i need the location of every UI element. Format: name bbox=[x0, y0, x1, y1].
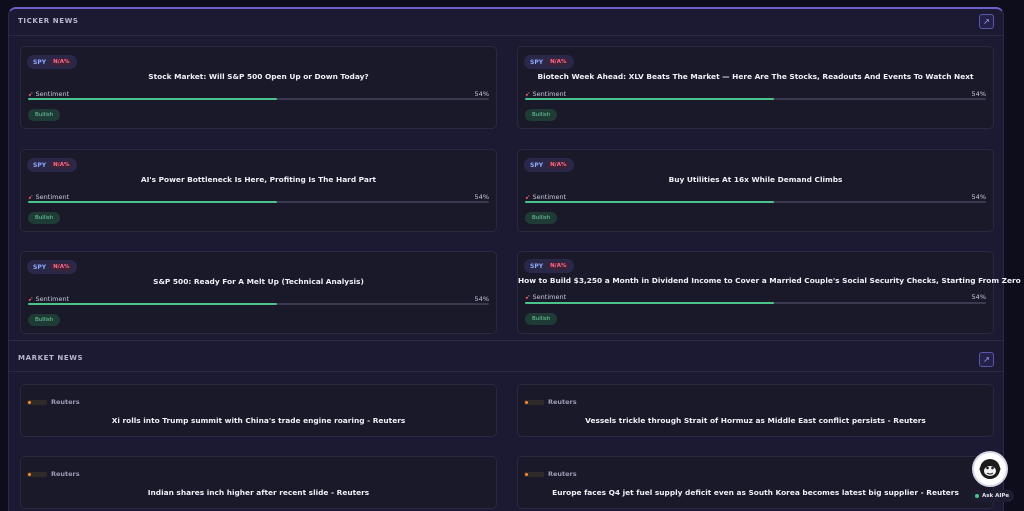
ticker-chip[interactable]: SPY N/A% bbox=[27, 260, 78, 274]
reuters-logo-icon bbox=[524, 399, 544, 405]
news-headline[interactable]: AI's Power Bottleneck Is Here, Profiting… bbox=[21, 175, 496, 184]
news-headline[interactable]: Europe faces Q4 jet fuel supply deficit … bbox=[518, 488, 993, 497]
ticker-news-card[interactable]: SPY N/A% Buy Utilities At 16x While Dema… bbox=[517, 149, 994, 232]
sentiment-bar bbox=[28, 98, 489, 100]
sentiment-label: ➹ Sentiment bbox=[28, 90, 70, 98]
dart-icon: ➹ bbox=[28, 90, 34, 98]
sentiment-label: ➹ Sentiment bbox=[525, 90, 567, 98]
sentiment-badge: Bullish bbox=[525, 212, 558, 224]
market-news-card[interactable]: Reuters Indian shares inch higher after … bbox=[20, 456, 497, 509]
sentiment-badge: Bullish bbox=[28, 314, 61, 326]
sentiment-bar-fill bbox=[28, 303, 277, 305]
ask-ai-label[interactable]: Ask AIPe bbox=[970, 490, 1015, 502]
sentiment-bar bbox=[525, 98, 986, 100]
source-name: Reuters bbox=[548, 398, 577, 406]
sentiment-label: ➹ Sentiment bbox=[28, 295, 70, 303]
ticker-change: N/A% bbox=[547, 262, 570, 270]
news-headline[interactable]: S&P 500: Ready For A Melt Up (Technical … bbox=[21, 277, 496, 286]
news-source: Reuters bbox=[27, 398, 80, 406]
dart-icon: ➹ bbox=[525, 293, 531, 301]
sentiment-badge: Bullish bbox=[28, 109, 61, 121]
ticker-symbol: SPY bbox=[530, 58, 544, 66]
ticker-symbol: SPY bbox=[33, 161, 47, 169]
sentiment-label: ➹ Sentiment bbox=[28, 193, 70, 201]
source-name: Reuters bbox=[51, 470, 80, 478]
market-news-title: MARKET NEWS bbox=[18, 354, 84, 362]
ticker-symbol: SPY bbox=[530, 161, 544, 169]
ticker-change: N/A% bbox=[547, 58, 570, 66]
sentiment-value: 54% bbox=[971, 293, 986, 301]
dart-icon: ➹ bbox=[525, 193, 531, 201]
reuters-logo-icon bbox=[27, 399, 47, 405]
sentiment-bar-fill bbox=[525, 98, 774, 100]
market-news-card[interactable]: Reuters Europe faces Q4 jet fuel supply … bbox=[517, 456, 994, 509]
ticker-chip[interactable]: SPY N/A% bbox=[524, 158, 575, 172]
source-name: Reuters bbox=[51, 398, 80, 406]
news-headline[interactable]: Biotech Week Ahead: XLV Beats The Market… bbox=[518, 72, 993, 81]
ticker-news-card[interactable]: SPY N/A% Biotech Week Ahead: XLV Beats T… bbox=[517, 46, 994, 129]
sentiment-badge: Bullish bbox=[525, 109, 558, 121]
ticker-news-header: TICKER NEWS ↗ bbox=[9, 9, 1003, 36]
sentiment-bar-fill bbox=[28, 201, 277, 203]
reuters-logo-icon bbox=[27, 471, 47, 477]
ticker-change: N/A% bbox=[50, 58, 73, 66]
ask-ai-button[interactable] bbox=[972, 451, 1008, 487]
sentiment-badge: Bullish bbox=[525, 313, 558, 325]
market-news-card[interactable]: Reuters Xi rolls into Trump summit with … bbox=[20, 384, 497, 437]
market-news-panel: MARKET NEWS ↗ Reuters Xi rolls into Trum… bbox=[8, 340, 1004, 511]
reuters-logo-icon bbox=[524, 471, 544, 477]
ticker-news-card[interactable]: SPY N/A% S&P 500: Ready For A Melt Up (T… bbox=[20, 251, 497, 334]
sentiment-value: 54% bbox=[971, 90, 986, 98]
news-source: Reuters bbox=[524, 470, 577, 478]
sentiment-bar-fill bbox=[28, 98, 277, 100]
ticker-news-card[interactable]: SPY N/A% Stock Market: Will S&P 500 Open… bbox=[20, 46, 497, 129]
sentiment-label: ➹ Sentiment bbox=[525, 293, 567, 301]
market-news-header: MARKET NEWS ↗ bbox=[9, 341, 1003, 372]
ticker-symbol: SPY bbox=[33, 263, 47, 271]
news-headline[interactable]: Stock Market: Will S&P 500 Open Up or Do… bbox=[21, 72, 496, 81]
sentiment-bar-fill bbox=[525, 201, 774, 203]
news-headline[interactable]: Indian shares inch higher after recent s… bbox=[21, 488, 496, 497]
sentiment-value: 54% bbox=[474, 295, 489, 303]
ticker-change: N/A% bbox=[50, 263, 73, 271]
ticker-news-card[interactable]: SPY N/A% AI's Power Bottleneck Is Here, … bbox=[20, 149, 497, 232]
sentiment-bar bbox=[525, 302, 986, 304]
ticker-chip[interactable]: SPY N/A% bbox=[27, 158, 78, 172]
sentiment-bar-fill bbox=[525, 302, 774, 304]
sentiment-bar bbox=[525, 201, 986, 203]
news-headline[interactable]: Vessels trickle through Strait of Hormuz… bbox=[518, 416, 993, 425]
sentiment-value: 54% bbox=[971, 193, 986, 201]
news-headline[interactable]: Xi rolls into Trump summit with China's … bbox=[21, 416, 496, 425]
sentiment-bar bbox=[28, 303, 489, 305]
sentiment-value: 54% bbox=[474, 193, 489, 201]
sentiment-value: 54% bbox=[474, 90, 489, 98]
ticker-chip[interactable]: SPY N/A% bbox=[524, 55, 575, 69]
dart-icon: ➹ bbox=[28, 295, 34, 303]
ask-ai-text: Ask AIPe bbox=[982, 493, 1010, 499]
online-status-icon bbox=[975, 494, 979, 498]
ticker-news-title: TICKER NEWS bbox=[18, 17, 79, 25]
market-news-card[interactable]: Reuters Vessels trickle through Strait o… bbox=[517, 384, 994, 437]
ticker-symbol: SPY bbox=[33, 58, 47, 66]
ticker-change: N/A% bbox=[547, 161, 570, 169]
ticker-chip[interactable]: SPY N/A% bbox=[524, 259, 575, 273]
external-link-icon[interactable]: ↗ bbox=[979, 352, 994, 367]
ticker-chip[interactable]: SPY N/A% bbox=[27, 55, 78, 69]
monkey-avatar-icon bbox=[979, 459, 1001, 479]
dart-icon: ➹ bbox=[525, 90, 531, 98]
news-source: Reuters bbox=[524, 398, 577, 406]
news-headline[interactable]: How to Build $3,250 a Month in Dividend … bbox=[518, 276, 1021, 285]
source-name: Reuters bbox=[548, 470, 577, 478]
ticker-news-card[interactable]: SPY N/A% How to Build $3,250 a Month in … bbox=[517, 251, 1021, 334]
sentiment-badge: Bullish bbox=[28, 212, 61, 224]
external-link-icon[interactable]: ↗ bbox=[979, 14, 994, 29]
ticker-change: N/A% bbox=[50, 161, 73, 169]
ticker-symbol: SPY bbox=[530, 262, 544, 270]
news-source: Reuters bbox=[27, 470, 80, 478]
dart-icon: ➹ bbox=[28, 193, 34, 201]
ticker-news-panel: TICKER NEWS ↗ SPY N/A% Stock Market: Wil… bbox=[8, 7, 1021, 340]
news-headline[interactable]: Buy Utilities At 16x While Demand Climbs bbox=[518, 175, 993, 184]
sentiment-label: ➹ Sentiment bbox=[525, 193, 567, 201]
sentiment-bar bbox=[28, 201, 489, 203]
